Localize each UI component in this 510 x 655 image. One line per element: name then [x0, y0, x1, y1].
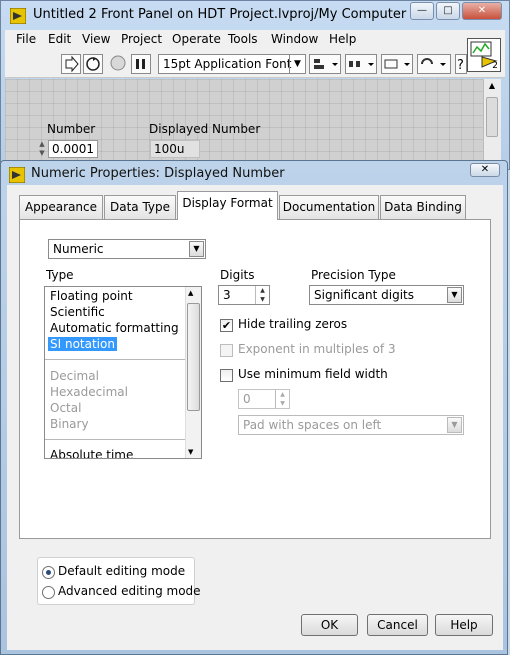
chevron-down-icon: ▼: [447, 287, 462, 303]
spin-arrows-icon[interactable]: ▲ ▼: [255, 286, 269, 304]
precision-type-value: Significant digits: [314, 288, 415, 302]
min-field-width-checkbox[interactable]: [220, 369, 233, 382]
list-scroll-thumb[interactable]: [187, 303, 200, 411]
number-control-label: Number: [47, 122, 96, 136]
hide-trailing-zeros-checkbox[interactable]: ✔: [220, 319, 233, 332]
list-item-floating-point[interactable]: Floating point: [50, 289, 133, 303]
tab-appearance[interactable]: Appearance: [19, 195, 103, 219]
advanced-editing-radio[interactable]: [42, 586, 55, 599]
dropdown-arrow-icon: ▼: [289, 55, 305, 73]
menu-help[interactable]: Help: [329, 32, 356, 46]
scroll-up-icon[interactable]: ▲: [188, 289, 193, 297]
pause-icon[interactable]: [131, 54, 151, 74]
type-label: Type: [46, 268, 74, 282]
cancel-button[interactable]: Cancel: [367, 614, 428, 636]
scroll-up-icon[interactable]: ▲: [486, 81, 498, 93]
numeric-properties-dialog: Numeric Properties: Displayed Number ✕ A…: [0, 160, 508, 655]
tab-documentation[interactable]: Documentation: [279, 195, 379, 219]
list-scrollbar[interactable]: ▲ ▼: [185, 287, 201, 458]
distribute-objects-icon[interactable]: [345, 54, 377, 74]
default-editing-label[interactable]: Default editing mode: [58, 564, 185, 578]
menu-file[interactable]: File: [16, 32, 36, 46]
tab-data-type[interactable]: Data Type: [104, 195, 176, 219]
exponent-multiples-checkbox: [220, 344, 233, 357]
digits-value: 3: [223, 288, 231, 302]
toolbar: 15pt Application Font ▼ ?: [5, 50, 505, 78]
exponent-multiples-label: Exponent in multiples of 3: [238, 342, 396, 356]
radio-selected-dot: [46, 570, 51, 575]
run-arrow-icon[interactable]: [61, 54, 81, 74]
format-mode-dropdown[interactable]: Numeric ▼: [48, 239, 206, 259]
displayed-number-label: Displayed Number: [149, 122, 261, 136]
dialog-title: Numeric Properties: Displayed Number: [31, 166, 285, 181]
help-icon[interactable]: ?: [455, 54, 467, 74]
hide-trailing-zeros-label[interactable]: Hide trailing zeros: [238, 317, 347, 331]
spin-arrows-icon: ▲ ▼: [275, 390, 289, 408]
min-width-value: 0: [243, 392, 251, 406]
tab-data-binding[interactable]: Data Binding: [380, 195, 466, 219]
menu-bar: File Edit View Project Operate Tools Win…: [5, 30, 505, 50]
ok-button[interactable]: OK: [301, 614, 358, 636]
font-select-value: 15pt Application Font: [163, 57, 292, 71]
vi-icon[interactable]: 2: [467, 38, 501, 72]
list-separator: [45, 359, 185, 360]
minimize-button[interactable]: —: [410, 2, 434, 20]
display-format-panel: Numeric ▼ Type Floating point Scientific…: [19, 219, 491, 539]
window-title: Untitled 2 Front Panel on HDT Project.lv…: [33, 7, 417, 22]
menu-operate[interactable]: Operate: [172, 32, 221, 46]
list-separator: [45, 439, 185, 440]
number-increment-stepper[interactable]: ▲ ▼: [37, 140, 47, 158]
front-panel-window: Untitled 2 Front Panel on HDT Project.lv…: [0, 0, 510, 170]
dialog-close-button[interactable]: ✕: [470, 163, 500, 177]
vertical-scrollbar[interactable]: ▲: [483, 79, 501, 169]
help-button[interactable]: Help: [435, 614, 493, 636]
chevron-down-icon: ▼: [447, 417, 462, 433]
menu-edit[interactable]: Edit: [48, 32, 71, 46]
menu-project[interactable]: Project: [121, 32, 162, 46]
type-listbox[interactable]: Floating point Scientific Automatic form…: [44, 286, 202, 459]
maximize-button[interactable]: □: [436, 2, 460, 20]
number-control-input[interactable]: 0.0001: [48, 140, 98, 158]
align-objects-icon[interactable]: [309, 54, 341, 74]
labview-app-icon: [9, 7, 27, 25]
labview-dialog-icon: [8, 166, 26, 184]
close-button[interactable]: ✕: [462, 2, 502, 20]
chevron-down-icon: ▼: [189, 241, 204, 257]
tab-display-format[interactable]: Display Format: [177, 191, 278, 220]
font-select[interactable]: 15pt Application Font ▼: [158, 54, 306, 74]
min-field-width-label[interactable]: Use minimum field width: [238, 367, 388, 381]
displayed-number-indicator: 100u: [150, 140, 200, 158]
list-item-octal: Octal: [50, 401, 82, 415]
min-width-stepper: 0 ▲ ▼: [238, 389, 290, 409]
list-item-si-notation[interactable]: SI notation: [48, 337, 117, 351]
advanced-editing-label[interactable]: Advanced editing mode: [58, 584, 201, 598]
editing-mode-group: Default editing mode Advanced editing mo…: [37, 557, 201, 605]
abort-icon[interactable]: [109, 54, 129, 74]
format-mode-value: Numeric: [53, 242, 104, 256]
padding-value: Pad with spaces on left: [243, 418, 382, 432]
menu-tools[interactable]: Tools: [228, 32, 258, 46]
scroll-down-icon[interactable]: ▼: [188, 448, 193, 456]
precision-type-label: Precision Type: [311, 268, 396, 282]
menu-window[interactable]: Window: [271, 32, 318, 46]
digits-stepper[interactable]: 3 ▲ ▼: [218, 285, 270, 305]
padding-dropdown: Pad with spaces on left ▼: [238, 415, 464, 435]
scroll-thumb[interactable]: [486, 97, 498, 137]
vi-icon-badge: 2: [492, 61, 498, 71]
list-item-automatic-formatting[interactable]: Automatic formatting: [50, 321, 179, 335]
list-item-absolute-time[interactable]: Absolute time: [50, 448, 133, 458]
run-continuously-icon[interactable]: [83, 54, 103, 74]
list-item-hexadecimal: Hexadecimal: [50, 385, 128, 399]
resize-objects-icon[interactable]: [381, 54, 413, 74]
list-item-scientific[interactable]: Scientific: [50, 305, 105, 319]
precision-type-dropdown[interactable]: Significant digits ▼: [309, 285, 464, 305]
digits-label: Digits: [220, 268, 255, 282]
menu-view[interactable]: View: [82, 32, 110, 46]
default-editing-radio[interactable]: [42, 566, 55, 579]
svg-text:?: ?: [457, 58, 464, 73]
list-item-binary: Binary: [50, 417, 89, 431]
dialog-body: Appearance Data Type Display Format Docu…: [7, 185, 503, 650]
reorder-icon[interactable]: [417, 54, 451, 74]
list-item-decimal: Decimal: [50, 369, 99, 383]
